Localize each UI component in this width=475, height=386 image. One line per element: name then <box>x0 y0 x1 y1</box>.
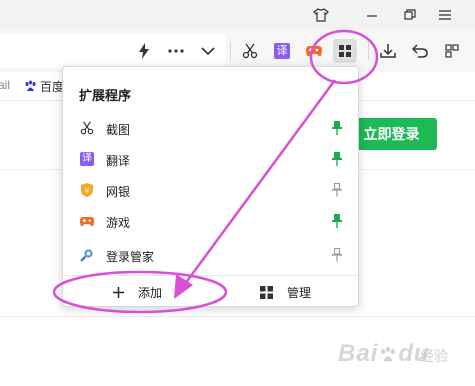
extension-name: 截图 <box>106 123 131 137</box>
bookmark-label: 百度 <box>40 80 65 94</box>
translate-icon[interactable]: 译 <box>270 39 294 63</box>
menu-icon[interactable] <box>436 6 454 24</box>
pin-icon[interactable] <box>331 247 343 263</box>
manage-label: 管理 <box>287 285 312 300</box>
bookmark-baidu[interactable]: 百度 <box>24 78 64 95</box>
toolbar-divider <box>230 42 231 60</box>
skin-icon[interactable] <box>312 6 330 24</box>
address-bar[interactable] <box>0 34 226 68</box>
popup-divider <box>63 275 358 276</box>
paw-icon <box>381 346 396 362</box>
restore-icon[interactable] <box>401 6 419 24</box>
scissors-icon[interactable] <box>238 39 262 63</box>
pin-icon[interactable] <box>331 182 343 198</box>
extension-row-screenshot[interactable]: 截图 <box>63 114 358 142</box>
pin-icon[interactable] <box>331 120 343 136</box>
baidu-paw-icon <box>25 80 36 91</box>
title-bar <box>0 0 475 30</box>
manage-extensions-button[interactable]: 管理 <box>260 281 311 303</box>
watermark-sub: 经验 <box>420 348 448 364</box>
pin-icon[interactable] <box>331 213 343 229</box>
extension-name: 登录管家 <box>106 250 155 264</box>
game-icon[interactable] <box>302 39 326 63</box>
more-icon[interactable] <box>164 39 188 63</box>
extension-row-games[interactable]: 游戏 <box>63 207 358 235</box>
extension-name: 网银 <box>106 185 131 199</box>
gamepad-icon <box>79 213 95 229</box>
scissors-icon <box>79 120 95 136</box>
undo-icon[interactable] <box>408 39 432 63</box>
page-divider <box>0 316 475 317</box>
extension-name: 游戏 <box>106 216 131 230</box>
extension-row-login-manager[interactable]: 登录管家 <box>63 241 358 269</box>
add-label: 添加 <box>138 285 163 300</box>
extensions-icon[interactable] <box>333 39 357 63</box>
bookmark-fragment[interactable]: ail <box>0 78 10 92</box>
grid-icon <box>260 285 273 299</box>
translate-glyph: 译 <box>80 152 94 166</box>
extension-name: 翻译 <box>106 154 131 168</box>
lightning-icon[interactable] <box>132 39 156 63</box>
pin-icon[interactable] <box>331 151 343 167</box>
toolbar-divider <box>368 42 369 60</box>
extensions-popup: 扩展程序 截图 译 翻译 ¥ 网银 游戏 登录管家 添加 管理 <box>62 66 359 307</box>
add-extension-button[interactable]: 添加 <box>113 281 162 303</box>
shield-glyph: ¥ <box>84 187 90 196</box>
key-search-icon <box>79 247 95 263</box>
extension-row-translate[interactable]: 译 翻译 <box>63 145 358 173</box>
download-icon[interactable] <box>376 39 400 63</box>
tab-list-icon[interactable] <box>440 39 464 63</box>
plus-icon <box>113 286 124 298</box>
chevron-down-icon[interactable] <box>196 39 220 63</box>
shield-icon: ¥ <box>79 182 95 198</box>
translate-glyph: 译 <box>274 43 290 59</box>
minimize-icon[interactable] <box>363 6 381 24</box>
extension-row-ebank[interactable]: ¥ 网银 <box>63 176 358 204</box>
watermark-brand: Bai <box>338 340 379 367</box>
popup-title: 扩展程序 <box>79 88 132 103</box>
login-button[interactable]: 立即登录 <box>346 118 437 150</box>
translate-icon: 译 <box>79 151 95 167</box>
watermark-logo: Bai du 经验 <box>338 338 472 382</box>
